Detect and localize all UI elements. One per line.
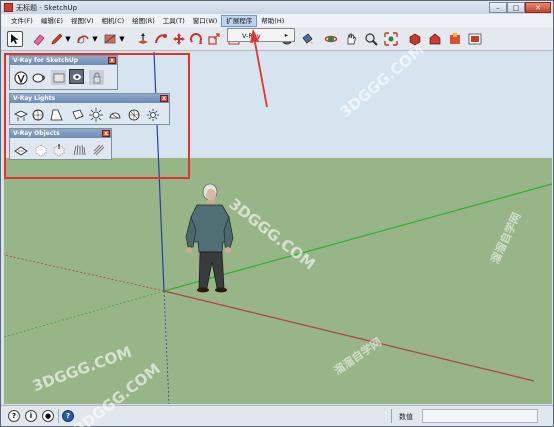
red-axis-negative xyxy=(4,254,165,292)
vray-lock-icon[interactable] xyxy=(89,70,104,85)
rectangle-icon[interactable] xyxy=(102,31,118,47)
infinite-plane-icon[interactable] xyxy=(13,142,28,157)
vray-material-editor-icon[interactable] xyxy=(31,70,46,85)
extension-warehouse-icon[interactable] xyxy=(447,31,463,47)
window-controls: – □ ✕ xyxy=(489,2,551,13)
eraser-icon[interactable] xyxy=(31,31,47,47)
paint-bucket-icon[interactable] xyxy=(299,31,315,47)
rectangle-light-icon[interactable] xyxy=(13,107,28,122)
close-button[interactable]: ✕ xyxy=(525,2,551,13)
menu-draw[interactable]: 绘图(R) xyxy=(128,15,159,27)
vray-frame-buffer-icon[interactable] xyxy=(69,69,84,84)
vray-lights-toolbar: V-Ray Lights x xyxy=(9,93,170,125)
status-bar: ? i ● ? 数值 xyxy=(1,405,553,426)
measurements-input[interactable] xyxy=(422,409,538,423)
mesh-light-icon[interactable] xyxy=(126,107,141,122)
window-title: 无标题 - SketchUp xyxy=(16,4,78,12)
warehouse-icon[interactable] xyxy=(427,31,443,47)
ies-light-icon[interactable] xyxy=(70,107,85,122)
user-icon[interactable]: ● xyxy=(42,410,54,422)
status-separator xyxy=(391,409,392,423)
omni-light-icon[interactable] xyxy=(88,107,103,122)
push-pull-icon[interactable] xyxy=(135,31,151,47)
sketchup-app-icon xyxy=(4,3,13,12)
dropdown-arrow-icon[interactable]: ▼ xyxy=(118,31,126,47)
fur-icon[interactable] xyxy=(71,142,86,157)
credits-icon[interactable]: i xyxy=(25,410,37,422)
measurements-label: 数值 xyxy=(399,413,413,421)
spot-light-icon[interactable] xyxy=(49,107,64,122)
vray-lights-title[interactable]: V-Ray Lights x xyxy=(10,94,169,103)
menu-view[interactable]: 视图(V) xyxy=(67,15,98,27)
menu-edit[interactable]: 编辑(E) xyxy=(37,15,67,27)
proxy-export-icon[interactable] xyxy=(33,142,48,157)
pan-icon[interactable] xyxy=(343,31,359,47)
zoom-extents-icon[interactable] xyxy=(383,31,399,47)
shape-icon[interactable] xyxy=(75,31,91,47)
blue-axis-negative xyxy=(163,290,170,404)
vray-sketchup-close-button[interactable]: x xyxy=(108,57,116,64)
instructor-icon[interactable]: ? xyxy=(62,410,74,422)
menu-camera[interactable]: 相机(C) xyxy=(98,15,129,27)
pencil-icon[interactable] xyxy=(49,31,65,47)
annotation-arrow xyxy=(250,29,268,108)
vray-objects-close-button[interactable]: x xyxy=(102,130,110,137)
geo-location-icon[interactable]: ? xyxy=(8,410,20,422)
vray-render-icon[interactable] xyxy=(51,70,66,85)
move-icon[interactable] xyxy=(171,31,187,47)
minimize-button[interactable]: – xyxy=(489,2,507,13)
vray-lights-close-button[interactable]: x xyxy=(160,95,168,102)
proxy-import-icon[interactable] xyxy=(51,142,66,157)
dropdown-arrow-icon[interactable]: ▼ xyxy=(91,31,99,47)
vray-objects-title[interactable]: V-Ray Objects x xyxy=(10,129,111,138)
scale-icon[interactable] xyxy=(206,31,222,47)
status-separator xyxy=(58,409,59,423)
menu-tools[interactable]: 工具(T) xyxy=(159,15,189,27)
maximize-button[interactable]: □ xyxy=(507,2,525,13)
blue-axis xyxy=(153,52,165,292)
mesh-clipper-icon[interactable] xyxy=(91,142,106,157)
menu-window[interactable]: 窗口(W) xyxy=(189,15,222,27)
sun-light-icon[interactable] xyxy=(145,107,160,122)
orbit-icon[interactable] xyxy=(323,31,339,47)
person-figure xyxy=(185,183,234,293)
sphere-light-icon[interactable] xyxy=(30,107,45,122)
follow-me-icon[interactable] xyxy=(153,31,169,47)
red-axis xyxy=(163,290,535,382)
vray-sketchup-toolbar: V-Ray for SketchUp x xyxy=(9,55,118,90)
select-icon[interactable] xyxy=(7,31,23,47)
rotate-icon[interactable] xyxy=(188,31,204,47)
vray-options-icon[interactable] xyxy=(13,70,28,85)
zoom-icon[interactable] xyxy=(363,31,379,47)
dropdown-arrow-icon[interactable]: ▼ xyxy=(64,31,72,47)
vray-sketchup-title[interactable]: V-Ray for SketchUp x xyxy=(10,56,117,65)
layout-icon[interactable] xyxy=(467,31,483,47)
dome-light-icon[interactable] xyxy=(107,107,122,122)
menu-file[interactable]: 文件(F) xyxy=(7,15,37,27)
vray-objects-toolbar: V-Ray Objects x xyxy=(9,128,112,160)
green-axis-negative xyxy=(4,290,165,338)
components-icon[interactable] xyxy=(407,31,423,47)
title-bar[interactable]: 无标题 - SketchUp – □ ✕ xyxy=(1,1,553,14)
sketchup-window: 无标题 - SketchUp – □ ✕ 文件(F) 编辑(E) 视图(V) 相… xyxy=(0,0,554,427)
submenu-arrow-icon: ▸ xyxy=(284,31,288,39)
